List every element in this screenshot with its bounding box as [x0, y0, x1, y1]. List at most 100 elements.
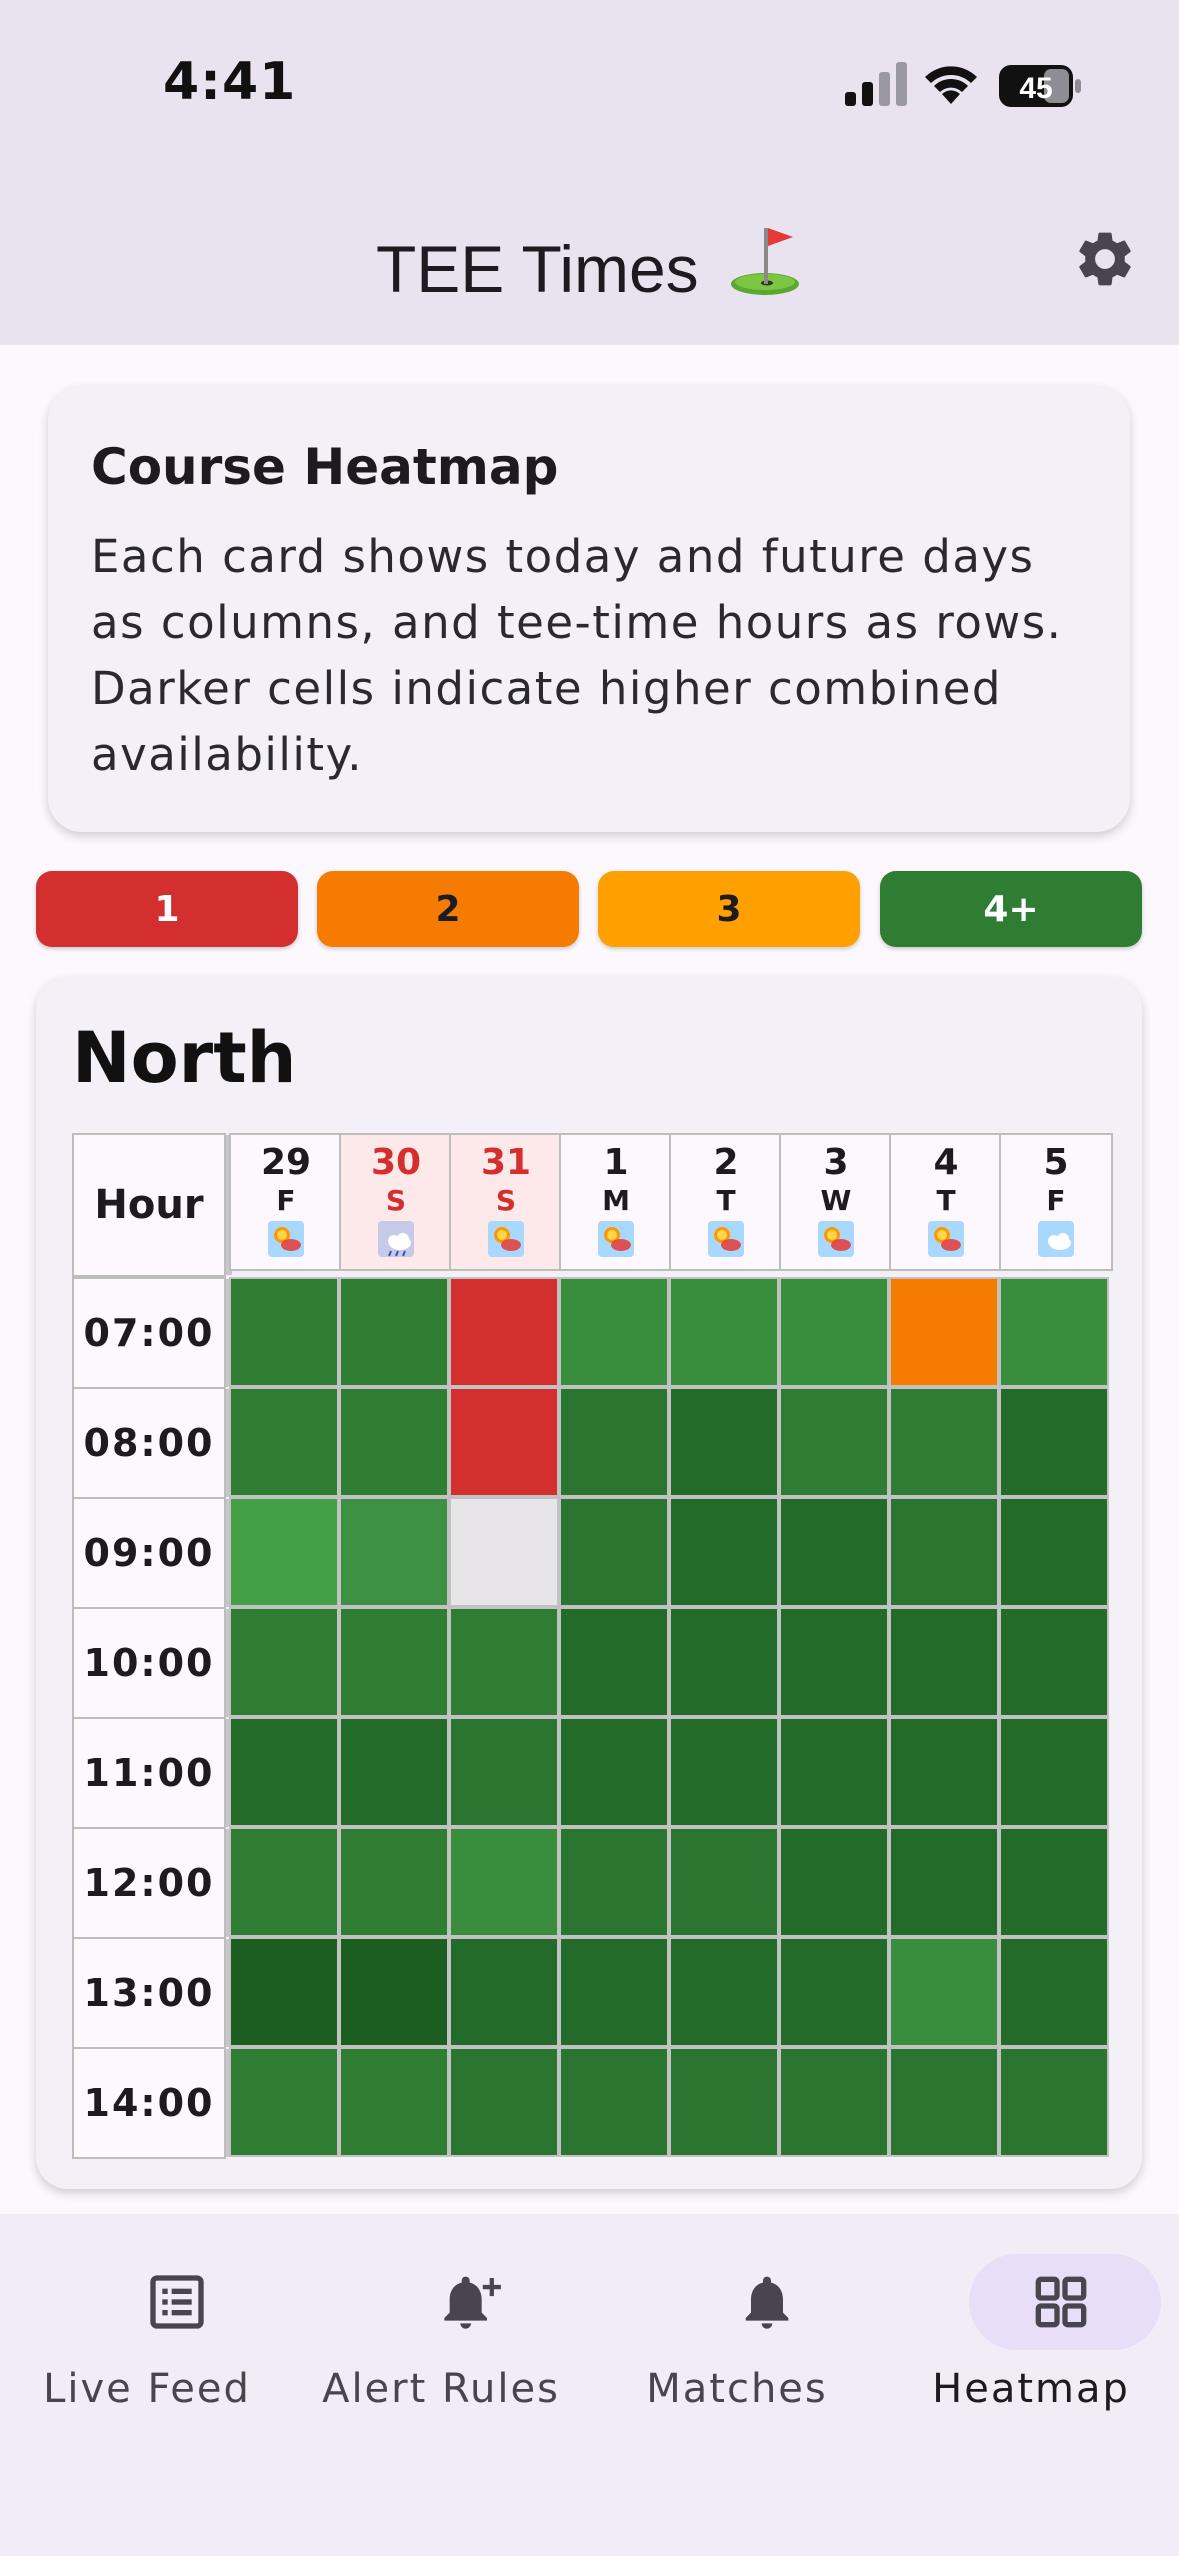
heatmap-cell[interactable]	[559, 1827, 669, 1937]
heatmap-cell[interactable]	[999, 1277, 1109, 1387]
heatmap-cell[interactable]	[449, 1717, 559, 1827]
heatmap-cell[interactable]	[449, 1497, 559, 1607]
heatmap-cell[interactable]	[559, 1717, 669, 1827]
heatmap-cell[interactable]	[449, 1387, 559, 1497]
heatmap-cell[interactable]	[669, 2047, 779, 2157]
heatmap-cell[interactable]	[339, 1607, 449, 1717]
heatmap-cell[interactable]	[889, 1387, 999, 1497]
bell-icon	[745, 2276, 789, 2329]
day-letter: F	[276, 1184, 296, 1217]
heatmap-cell[interactable]	[449, 1607, 559, 1717]
hour-label: 14:00	[72, 2047, 232, 2159]
day-number: 4	[933, 1142, 959, 1183]
wifi-icon	[925, 66, 977, 104]
day-column-header: 5F	[999, 1133, 1113, 1271]
heatmap-cell[interactable]	[999, 1717, 1109, 1827]
nav-matches[interactable]: Matches	[590, 2214, 884, 2414]
hour-label: 13:00	[72, 1937, 232, 2049]
heatmap-cell[interactable]	[339, 2047, 449, 2157]
heatmap-cell[interactable]	[229, 1937, 339, 2047]
cloud-weather-icon	[1038, 1221, 1074, 1257]
heatmap-cell[interactable]	[339, 1937, 449, 2047]
nav-label: Live Feed	[43, 2366, 251, 2412]
nav-heatmap[interactable]: Heatmap	[884, 2214, 1178, 2414]
heatmap-cell[interactable]	[559, 1387, 669, 1497]
day-letter: T	[936, 1184, 956, 1217]
heatmap-cell[interactable]	[889, 1937, 999, 2047]
heatmap-cell[interactable]	[779, 1717, 889, 1827]
day-letter: W	[820, 1184, 852, 1217]
app-title-wrap: TEE Times	[0, 222, 1179, 307]
heatmap-cell[interactable]	[339, 1717, 449, 1827]
legend-chip-3: 3	[598, 871, 860, 947]
heatmap-cell[interactable]	[779, 1937, 889, 2047]
heatmap-cell[interactable]	[889, 1717, 999, 1827]
heatmap-cell[interactable]	[779, 1607, 889, 1717]
heatmap-cell[interactable]	[449, 2047, 559, 2157]
nav-live-feed[interactable]: Live Feed	[0, 2214, 294, 2414]
heatmap-cell[interactable]	[669, 1717, 779, 1827]
bottom-navigation: Live Feed Alert Rules Matches Heatmap	[0, 2214, 1179, 2556]
heatmap-cell[interactable]	[229, 1497, 339, 1607]
day-number: 1	[603, 1142, 629, 1183]
heatmap-cell[interactable]	[229, 1607, 339, 1717]
heatmap-cell[interactable]	[999, 1387, 1109, 1497]
heatmap-cell[interactable]	[559, 1607, 669, 1717]
heatmap-cell[interactable]	[669, 1937, 779, 2047]
heatmap-cell[interactable]	[999, 2047, 1109, 2157]
heatmap-cell[interactable]	[229, 1277, 339, 1387]
heatmap-cell[interactable]	[669, 1607, 779, 1717]
nav-alert-rules[interactable]: Alert Rules	[294, 2214, 588, 2414]
heatmap-cell[interactable]	[559, 2047, 669, 2157]
legend-label: 2	[435, 888, 461, 930]
heatmap-cell[interactable]	[339, 1277, 449, 1387]
heatmap-cell[interactable]	[889, 1277, 999, 1387]
heatmap-cell[interactable]	[229, 1387, 339, 1497]
heatmap-cell[interactable]	[779, 1827, 889, 1937]
day-column-header: 30 S	[339, 1133, 453, 1271]
heatmap-cell[interactable]	[999, 1497, 1109, 1607]
heatmap-cell[interactable]	[229, 1827, 339, 1937]
heatmap-cell[interactable]	[889, 2047, 999, 2157]
day-number: 3	[823, 1142, 849, 1183]
heatmap-cell[interactable]	[559, 1937, 669, 2047]
heatmap-cell[interactable]	[999, 1827, 1109, 1937]
heatmap-cell[interactable]	[889, 1607, 999, 1717]
hour-label: 08:00	[72, 1387, 232, 1499]
heatmap-cell[interactable]	[339, 1827, 449, 1937]
heatmap-cell[interactable]	[449, 1937, 559, 2047]
heatmap-cell[interactable]	[559, 1277, 669, 1387]
day-letter: F	[1046, 1184, 1066, 1217]
heatmap-cell[interactable]	[999, 1607, 1109, 1717]
hour-label: 07:00	[72, 1277, 232, 1389]
heatmap-cell[interactable]	[999, 1937, 1109, 2047]
heatmap-cell[interactable]	[669, 1277, 779, 1387]
sun-cloud-weather-icon	[928, 1221, 964, 1257]
heatmap-cell[interactable]	[779, 1277, 889, 1387]
heatmap-cell[interactable]	[229, 1717, 339, 1827]
heatmap-cell[interactable]	[889, 1497, 999, 1607]
heatmap-cell[interactable]	[669, 1497, 779, 1607]
heatmap-cell[interactable]	[779, 2047, 889, 2157]
settings-gear-icon[interactable]	[1072, 226, 1138, 292]
heatmap-cell[interactable]	[229, 2047, 339, 2157]
sun-cloud-weather-icon	[488, 1221, 524, 1257]
day-column-header: 31 S	[449, 1133, 563, 1271]
legend-label: 1	[154, 888, 180, 930]
heatmap-cell[interactable]	[339, 1387, 449, 1497]
heatmap-cell[interactable]	[669, 1827, 779, 1937]
heatmap-cell[interactable]	[669, 1387, 779, 1497]
sun-cloud-weather-icon	[598, 1221, 634, 1257]
heatmap-cell[interactable]	[559, 1497, 669, 1607]
heatmap-cell[interactable]	[779, 1497, 889, 1607]
hour-label: 11:00	[72, 1717, 232, 1829]
heatmap-cell[interactable]	[779, 1387, 889, 1497]
heatmap-cell[interactable]	[339, 1497, 449, 1607]
info-card-title: Course Heatmap	[91, 438, 559, 496]
nav-label: Matches	[646, 2366, 828, 2412]
app-bar: TEE Times	[0, 170, 1179, 345]
heatmap-cell[interactable]	[449, 1827, 559, 1937]
day-column-header: 4T	[889, 1133, 1003, 1271]
heatmap-cell[interactable]	[449, 1277, 559, 1387]
heatmap-cell[interactable]	[889, 1827, 999, 1937]
